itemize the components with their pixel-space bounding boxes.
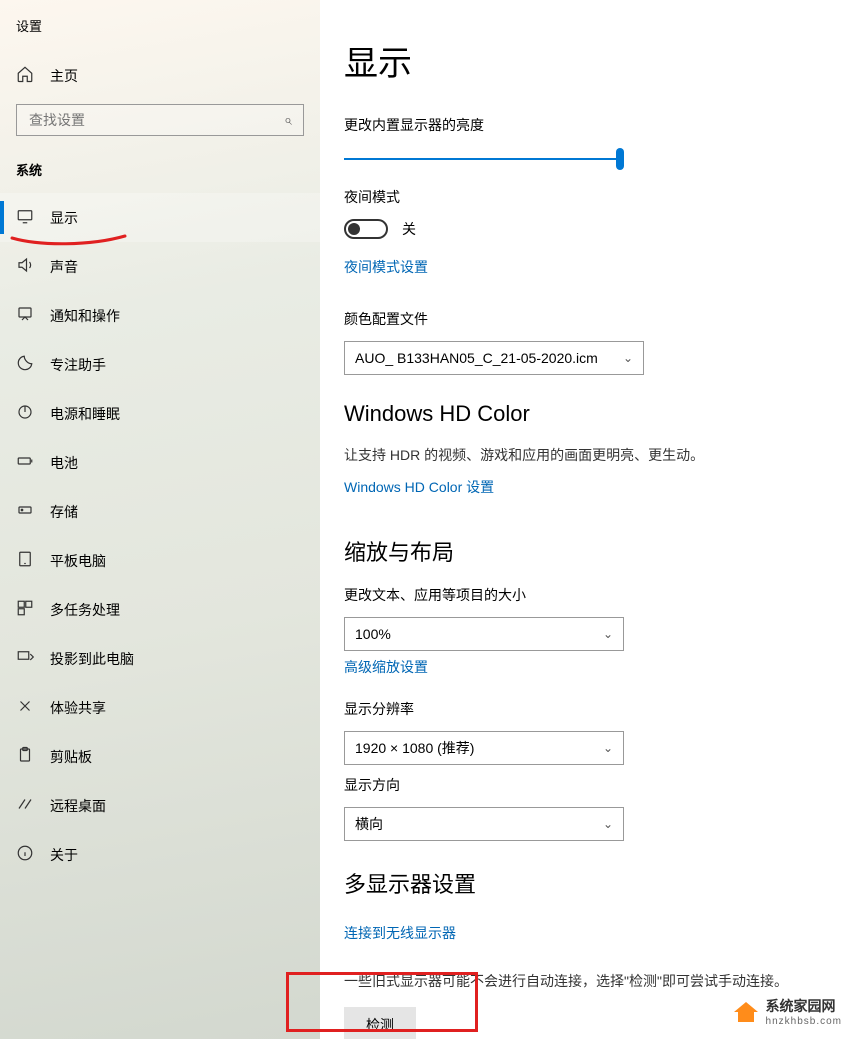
share-icon (16, 697, 34, 718)
chevron-down-icon: ⌄ (603, 817, 613, 831)
night-mode-state: 关 (402, 219, 416, 239)
sidebar-item-1[interactable]: 声音 (0, 242, 320, 291)
sound-icon (16, 256, 34, 277)
sidebar-item-6[interactable]: 存储 (0, 487, 320, 536)
search-input[interactable] (16, 104, 304, 136)
sidebar-item-label: 通知和操作 (50, 306, 120, 326)
sidebar-item-label: 电池 (50, 453, 78, 473)
battery-icon (16, 452, 34, 473)
watermark-logo-icon (732, 1000, 760, 1024)
brightness-slider[interactable] (344, 147, 624, 171)
old-display-desc: 一些旧式显示器可能不会进行自动连接，选择"检测"即可尝试手动连接。 (344, 971, 832, 991)
home-label: 主页 (50, 66, 78, 86)
sidebar-item-label: 体验共享 (50, 698, 106, 718)
text-size-value: 100% (355, 626, 391, 642)
watermark-name: 系统家园网 (766, 998, 836, 1014)
night-mode-settings-link[interactable]: 夜间模式设置 (344, 257, 428, 277)
project-icon (16, 648, 34, 669)
sidebar-item-label: 平板电脑 (50, 551, 106, 571)
orientation-value: 横向 (355, 814, 383, 834)
sidebar-item-label: 远程桌面 (50, 796, 106, 816)
sidebar-item-10[interactable]: 体验共享 (0, 683, 320, 732)
multi-display-heading: 多显示器设置 (344, 867, 832, 899)
sidebar-item-11[interactable]: 剪贴板 (0, 732, 320, 781)
power-icon (16, 403, 34, 424)
main-content: 显示 更改内置显示器的亮度 夜间模式 关 夜间模式设置 颜色配置文件 AUO_ … (320, 0, 852, 1039)
sidebar-item-3[interactable]: 专注助手 (0, 340, 320, 389)
annotation-underline (10, 234, 130, 248)
sidebar-item-9[interactable]: 投影到此电脑 (0, 634, 320, 683)
sidebar-item-label: 多任务处理 (50, 600, 120, 620)
sidebar-item-label: 显示 (50, 208, 78, 228)
hdcolor-heading: Windows HD Color (344, 401, 832, 427)
sidebar-item-label: 剪贴板 (50, 747, 92, 767)
settings-sidebar: 设置 主页 ⌕ 系统 显示声音通知和操作专注助手电源和睡眠电池存储平板电脑多任务… (0, 0, 320, 1039)
sidebar-item-label: 投影到此电脑 (50, 649, 134, 669)
color-profile-label: 颜色配置文件 (344, 309, 832, 329)
text-size-select[interactable]: 100% ⌄ (344, 617, 624, 651)
sidebar-item-2[interactable]: 通知和操作 (0, 291, 320, 340)
sidebar-item-7[interactable]: 平板电脑 (0, 536, 320, 585)
hdcolor-link[interactable]: Windows HD Color 设置 (344, 477, 494, 497)
wireless-display-link[interactable]: 连接到无线显示器 (344, 923, 456, 943)
advanced-scaling-link[interactable]: 高级缩放设置 (344, 657, 428, 677)
resolution-value: 1920 × 1080 (推荐) (355, 738, 474, 758)
sidebar-item-label: 专注助手 (50, 355, 106, 375)
focus-icon (16, 354, 34, 375)
storage-icon (16, 501, 34, 522)
brightness-label: 更改内置显示器的亮度 (344, 115, 832, 135)
orientation-label: 显示方向 (344, 775, 832, 795)
night-mode-label: 夜间模式 (344, 187, 832, 207)
sidebar-item-4[interactable]: 电源和睡眠 (0, 389, 320, 438)
chevron-down-icon: ⌄ (603, 627, 613, 641)
app-title: 设置 (0, 10, 320, 55)
scale-heading: 缩放与布局 (344, 535, 832, 567)
chevron-down-icon: ⌄ (623, 351, 633, 365)
sidebar-item-label: 关于 (50, 845, 78, 865)
page-title: 显示 (344, 36, 832, 85)
resolution-select[interactable]: 1920 × 1080 (推荐) ⌄ (344, 731, 624, 765)
resolution-label: 显示分辨率 (344, 699, 832, 719)
multitask-icon (16, 599, 34, 620)
tablet-icon (16, 550, 34, 571)
sidebar-item-5[interactable]: 电池 (0, 438, 320, 487)
watermark: 系统家园网 hnzkhbsb.com (732, 996, 842, 1027)
about-icon (16, 844, 34, 865)
hdcolor-desc: 让支持 HDR 的视频、游戏和应用的画面更明亮、更生动。 (344, 445, 832, 465)
text-size-label: 更改文本、应用等项目的大小 (344, 585, 832, 605)
night-mode-toggle[interactable] (344, 219, 388, 239)
color-profile-value: AUO_ B133HAN05_C_21-05-2020.icm (355, 350, 598, 366)
chevron-down-icon: ⌄ (603, 741, 613, 755)
color-profile-select[interactable]: AUO_ B133HAN05_C_21-05-2020.icm ⌄ (344, 341, 644, 375)
notification-icon (16, 305, 34, 326)
watermark-sub: hnzkhbsb.com (766, 1016, 842, 1027)
detect-button[interactable]: 检测 (344, 1007, 416, 1039)
monitor-icon (16, 207, 34, 228)
sidebar-item-13[interactable]: 关于 (0, 830, 320, 879)
category-heading: 系统 (0, 154, 320, 193)
sidebar-item-label: 存储 (50, 502, 78, 522)
home-nav[interactable]: 主页 (0, 55, 320, 96)
orientation-select[interactable]: 横向 ⌄ (344, 807, 624, 841)
home-icon (16, 65, 34, 86)
sidebar-item-label: 声音 (50, 257, 78, 277)
sidebar-item-label: 电源和睡眠 (50, 404, 120, 424)
sidebar-item-8[interactable]: 多任务处理 (0, 585, 320, 634)
search-icon: ⌕ (284, 112, 292, 129)
remote-icon (16, 795, 34, 816)
sidebar-item-12[interactable]: 远程桌面 (0, 781, 320, 830)
clipboard-icon (16, 746, 34, 767)
